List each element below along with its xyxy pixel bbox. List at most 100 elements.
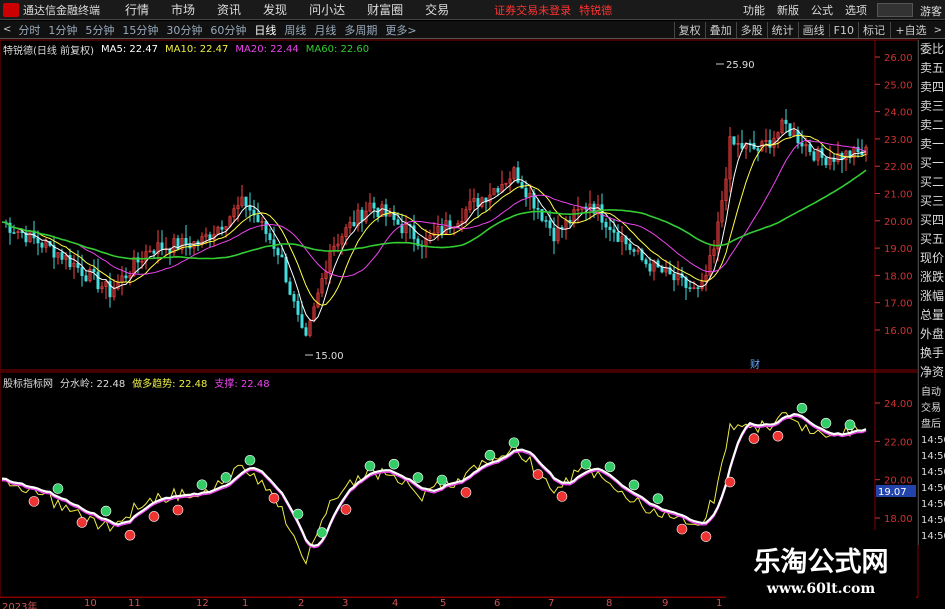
- candle-body: [628, 243, 632, 250]
- candle-body: [544, 220, 548, 222]
- x-label-10: 7: [548, 598, 555, 609]
- main-tick-label-2: 24.00: [884, 108, 913, 119]
- menu-item-trade[interactable]: 交易: [414, 1, 460, 18]
- draw-line-button[interactable]: 画线: [797, 22, 829, 38]
- candle-body: [300, 314, 304, 328]
- menu-function[interactable]: 功能: [737, 2, 771, 18]
- x-label-9: 6: [494, 598, 501, 609]
- period-60min[interactable]: 60分钟: [206, 22, 250, 38]
- candle-body: [284, 256, 288, 283]
- nav-right-icon[interactable]: >: [931, 25, 945, 36]
- period-multi[interactable]: 多周期: [340, 22, 381, 38]
- main-tick-label-4: 22.00: [884, 162, 913, 173]
- mark-button[interactable]: 标记: [858, 22, 889, 38]
- candle-body: [280, 254, 284, 258]
- x-label-13: 1: [716, 598, 723, 609]
- menu-item-wealth[interactable]: 财富圈: [356, 1, 414, 18]
- candle-body: [824, 157, 828, 166]
- candle-body: [648, 263, 652, 272]
- trade-label-6: 14:50: [921, 483, 945, 494]
- menu-item-news[interactable]: 资讯: [206, 1, 252, 18]
- side-label-0: 委比: [919, 42, 944, 56]
- candle-body: [276, 248, 280, 256]
- signal-dot: [364, 460, 376, 472]
- menu-options[interactable]: 选项: [839, 2, 873, 18]
- candle-body: [496, 188, 500, 193]
- guest-label[interactable]: 游客: [920, 3, 942, 19]
- x-label-11: 8: [606, 598, 613, 609]
- period-monthly[interactable]: 月线: [310, 22, 340, 38]
- period-1min[interactable]: 1分钟: [44, 22, 81, 38]
- main-tick-label-0: 26.00: [884, 53, 913, 64]
- menu-item-market[interactable]: 行情: [114, 1, 160, 18]
- menu-item-markets[interactable]: 市场: [160, 1, 206, 18]
- x-label-7: 4: [392, 598, 399, 609]
- candle-body: [12, 232, 16, 234]
- support-value: 支撑: 22.48: [214, 378, 270, 390]
- candle-body: [84, 275, 88, 282]
- side-label-17: 净资: [919, 365, 944, 379]
- main-tick-label-1: 25.00: [884, 80, 913, 91]
- search-input[interactable]: [877, 3, 913, 17]
- menu-item-discover[interactable]: 发现: [252, 1, 298, 18]
- nav-left-icon[interactable]: <: [0, 24, 14, 35]
- signal-dot: [724, 476, 736, 488]
- trade-label-4: 14:50: [921, 451, 945, 462]
- high-label: 25.90: [726, 60, 755, 71]
- f10-button[interactable]: F10: [828, 23, 858, 37]
- multi-stock-button[interactable]: 多股: [735, 22, 767, 38]
- trade-login-status[interactable]: 证券交易未登录: [494, 2, 571, 18]
- signal-dot: [628, 479, 640, 491]
- support-line: [1, 415, 867, 549]
- adjust-button[interactable]: 复权: [673, 22, 705, 38]
- ma60-value: MA60: 22.60: [305, 43, 370, 55]
- x-label-3: 12: [196, 598, 209, 609]
- signal-dot: [508, 437, 520, 449]
- menu-formula[interactable]: 公式: [805, 2, 839, 18]
- menu-bar: 通达信金融终端 行情 市场 资讯 发现 问小达 财富圈 交易 证券交易未登录 特…: [0, 0, 945, 20]
- menu-new-version[interactable]: 新版: [771, 2, 805, 18]
- candle-body: [608, 226, 612, 231]
- watchlist-area: +自选 >: [890, 21, 945, 39]
- main-tick-label-7: 19.00: [884, 244, 913, 255]
- candle-body: [40, 242, 44, 248]
- trade-label-9: 14:50: [921, 531, 945, 542]
- watermark-url: www.60lt.com: [766, 581, 876, 597]
- candle-body: [612, 229, 616, 233]
- candle-body: [552, 227, 556, 242]
- sub-tick-label-3: 18.00: [884, 514, 913, 525]
- long-trend-value: 做多趋势: 22.48: [132, 378, 208, 390]
- add-watchlist-button[interactable]: +自选: [890, 22, 930, 38]
- candle-body: [352, 222, 356, 227]
- overlay-button[interactable]: 叠加: [704, 22, 736, 38]
- signal-dot: [148, 511, 160, 522]
- period-timeshare[interactable]: 分时: [14, 22, 44, 38]
- period-15min[interactable]: 15分钟: [118, 22, 162, 38]
- signal-dot: [388, 458, 400, 470]
- signal-dot: [316, 527, 328, 538]
- period-more[interactable]: 更多>: [381, 22, 420, 38]
- side-label-4: 卖二: [919, 118, 944, 132]
- candle-body: [96, 271, 100, 290]
- period-5min[interactable]: 5分钟: [81, 22, 118, 38]
- side-label-7: 买二: [919, 175, 944, 189]
- sub-tick-label-0: 24.00: [884, 399, 913, 410]
- trade-label-2: 盘后: [921, 419, 941, 430]
- signal-dot: [76, 517, 88, 528]
- kline-chart[interactable]: 26.00 25.00 24.00 23.00 22.00 21.00 20.00 19.00…: [0, 0, 945, 609]
- period-weekly[interactable]: 周线: [280, 22, 310, 38]
- ma20-line: [1, 139, 867, 278]
- low-label: 15.00: [315, 351, 344, 362]
- statistics-button[interactable]: 统计: [766, 22, 798, 38]
- menu-item-ask[interactable]: 问小达: [298, 1, 356, 18]
- finance-tag: 财: [750, 358, 760, 371]
- sub-tick-label-1: 22.00: [884, 437, 913, 448]
- candle-body: [688, 287, 692, 289]
- signal-dot: [172, 504, 184, 516]
- trade-label-1: 交易: [921, 403, 941, 414]
- period-daily[interactable]: 日线: [250, 22, 280, 38]
- period-30min[interactable]: 30分钟: [162, 22, 206, 38]
- main-tick-label-10: 16.00: [884, 326, 913, 337]
- side-label-14: 总量: [919, 308, 944, 322]
- watermark: 乐淘公式网 www.60lt.com: [726, 530, 916, 600]
